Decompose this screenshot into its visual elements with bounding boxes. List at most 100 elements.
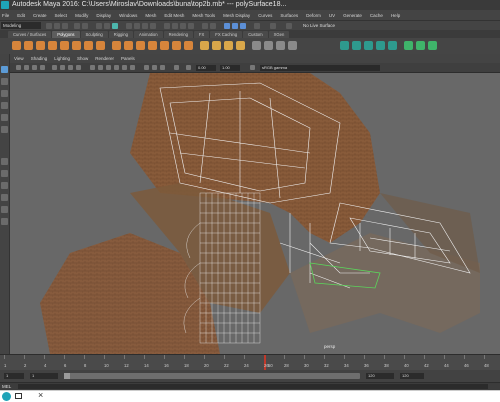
four-view-layout-icon[interactable] (1, 170, 8, 177)
scale-tool-icon[interactable] (1, 126, 8, 133)
poly-torus-icon[interactable] (60, 41, 69, 50)
magnet-icon[interactable] (286, 23, 292, 29)
menu-windows[interactable]: Windows (119, 13, 137, 18)
far-clip-field[interactable]: 1.00 (220, 65, 240, 71)
panel-menu-lighting[interactable]: Lighting (54, 56, 70, 61)
mask-icon[interactable] (150, 23, 156, 29)
paint-select-icon[interactable] (1, 90, 8, 97)
color-management-icon[interactable] (250, 65, 255, 70)
target-weld-icon[interactable] (264, 41, 273, 50)
extrude-icon[interactable] (200, 41, 209, 50)
lights-icon[interactable] (122, 65, 127, 70)
image-plane-icon[interactable] (40, 65, 45, 70)
wireframe-icon[interactable] (90, 65, 95, 70)
menu-generate[interactable]: Generate (343, 13, 362, 18)
smooth-icon[interactable] (136, 41, 145, 50)
graph-layout-icon[interactable] (1, 206, 8, 213)
hypershade-layout-icon[interactable] (1, 218, 8, 225)
select-object-icon[interactable] (104, 23, 110, 29)
shelf-tab-animation[interactable]: Animation (133, 30, 163, 38)
shelf-tab-rendering[interactable]: Rendering (163, 30, 193, 38)
mirror-icon[interactable] (184, 41, 193, 50)
near-clip-field[interactable]: 0.00 (196, 65, 216, 71)
select-tool-icon[interactable] (1, 66, 8, 73)
menu-select[interactable]: Select (55, 13, 68, 18)
color-space-dropdown[interactable]: sRGB gamma (260, 65, 380, 71)
connect-icon[interactable] (276, 41, 285, 50)
quad-draw-icon[interactable] (288, 41, 297, 50)
mask-icon[interactable] (126, 23, 132, 29)
poly-sphere-icon[interactable] (12, 41, 21, 50)
poly-cone-icon[interactable] (48, 41, 57, 50)
camera-lock-icon[interactable] (24, 65, 29, 70)
snap-view-plane-icon[interactable] (188, 23, 194, 29)
menu-help[interactable]: Help (391, 13, 400, 18)
platonic-solid-icon[interactable] (96, 41, 105, 50)
panel-menu-panels[interactable]: Panels (121, 56, 135, 61)
bookmark-icon[interactable] (32, 65, 37, 70)
cut-uv-icon[interactable] (404, 41, 413, 50)
ipr-render-icon[interactable] (232, 23, 238, 29)
select-component-icon[interactable] (112, 23, 118, 29)
sew-uv-icon[interactable] (416, 41, 425, 50)
xray-joints-icon[interactable] (152, 65, 157, 70)
menu-edit[interactable]: Edit (17, 13, 25, 18)
playback-end-field[interactable]: 120 (366, 373, 394, 379)
shelf-tab-sculpting[interactable]: Sculpting (80, 30, 108, 38)
bevel-icon[interactable] (224, 41, 233, 50)
outliner-layout-icon[interactable] (1, 194, 8, 201)
undo-icon[interactable] (74, 23, 80, 29)
smooth-shade-icon[interactable] (98, 65, 103, 70)
single-view-layout-icon[interactable] (1, 158, 8, 165)
select-hierarchy-icon[interactable] (96, 23, 102, 29)
hypershade-icon[interactable] (254, 23, 260, 29)
shadows-icon[interactable] (130, 65, 135, 70)
multi-cut-icon[interactable] (252, 41, 261, 50)
menu-file[interactable]: File (2, 13, 9, 18)
shelf-tab-curves-surfaces[interactable]: Curves / Surfaces (8, 30, 52, 38)
camera-attributes-icon[interactable] (16, 65, 21, 70)
menu-mesh-display[interactable]: Mesh Display (223, 13, 250, 18)
shelf-tab-fx-caching[interactable]: FX Caching (210, 30, 243, 38)
close-icon[interactable]: × (38, 390, 43, 400)
wireframe-on-shaded-icon[interactable] (106, 65, 111, 70)
panel-menu-shading[interactable]: Shading (31, 56, 48, 61)
menu-mesh-tools[interactable]: Mesh Tools (192, 13, 215, 18)
isolate-select-icon[interactable] (174, 65, 179, 70)
save-scene-icon[interactable] (62, 23, 68, 29)
boolean-intersection-icon[interactable] (172, 41, 181, 50)
render-icon[interactable] (224, 23, 230, 29)
gamma-icon[interactable] (186, 65, 191, 70)
two-view-layout-icon[interactable] (1, 182, 8, 189)
menu-mesh[interactable]: Mesh (145, 13, 156, 18)
safe-action-icon[interactable] (76, 65, 81, 70)
separate-icon[interactable] (124, 41, 133, 50)
range-slider-bar[interactable] (64, 373, 360, 379)
menu-deform[interactable]: Deform (306, 13, 321, 18)
menu-modify[interactable]: Modify (75, 13, 88, 18)
symmetry-icon[interactable] (270, 23, 276, 29)
poly-disc-icon[interactable] (84, 41, 93, 50)
poly-plane-icon[interactable] (72, 41, 81, 50)
animation-start-field[interactable]: 1 (4, 373, 24, 379)
render-settings-icon[interactable] (240, 23, 246, 29)
snap-point-icon[interactable] (180, 23, 186, 29)
uv-editor-icon[interactable] (340, 41, 349, 50)
shelf-tab-polygons[interactable]: Polygons (52, 30, 80, 38)
planar-map-icon[interactable] (352, 41, 361, 50)
new-scene-icon[interactable] (46, 23, 52, 29)
backface-culling-icon[interactable] (160, 65, 165, 70)
textured-icon[interactable] (114, 65, 119, 70)
automatic-map-icon[interactable] (388, 41, 397, 50)
grid-icon[interactable] (52, 65, 57, 70)
boolean-union-icon[interactable] (148, 41, 157, 50)
animation-end-field[interactable]: 120 (400, 373, 424, 379)
panel-menu-renderer[interactable]: Renderer (95, 56, 114, 61)
resolution-gate-icon[interactable] (68, 65, 73, 70)
fill-hole-icon[interactable] (236, 41, 245, 50)
shelf-tab-custom[interactable]: Custom (243, 30, 268, 38)
shelf-tab-xgen[interactable]: XGen (268, 30, 290, 38)
mask-icon[interactable] (134, 23, 140, 29)
history-icon[interactable] (210, 23, 216, 29)
snap-curve-icon[interactable] (172, 23, 178, 29)
